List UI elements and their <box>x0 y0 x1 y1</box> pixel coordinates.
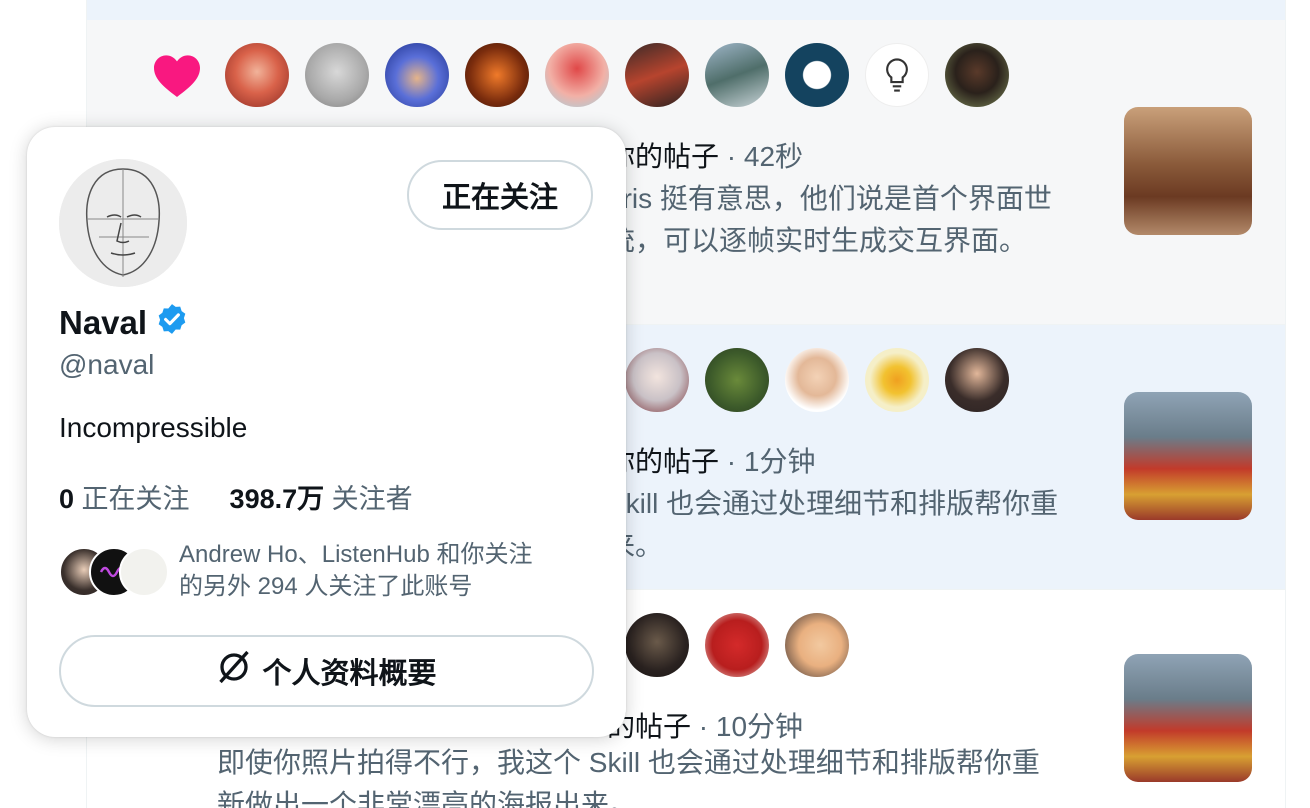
profile-summary-label: 个人资料概要 <box>262 658 437 690</box>
previous-notification-edge <box>87 0 1285 20</box>
user-avatar[interactable] <box>705 348 769 412</box>
grok-icon <box>216 649 252 693</box>
followers-stat[interactable]: 398.7万 关注者 <box>230 477 413 516</box>
user-avatar[interactable] <box>305 43 369 107</box>
liker-avatars <box>625 613 849 677</box>
profile-avatar[interactable] <box>59 159 187 287</box>
profile-handle[interactable]: @naval <box>59 349 154 381</box>
mutual-follower-avatars[interactable] <box>59 547 189 597</box>
post-media-thumbnail[interactable] <box>1124 654 1252 782</box>
post-media-thumbnail[interactable] <box>1124 107 1252 235</box>
user-avatar[interactable] <box>865 348 929 412</box>
user-avatar[interactable] <box>865 43 929 107</box>
mutual-avatar <box>119 547 169 597</box>
following-button[interactable]: 正在关注 <box>407 160 593 230</box>
post-media-thumbnail[interactable] <box>1124 392 1252 520</box>
follow-stats: 0 正在关注 398.7万 关注者 <box>59 477 413 516</box>
notification-title: 你的帖子 · 42秒 <box>607 141 804 172</box>
user-avatar[interactable] <box>225 43 289 107</box>
user-hover-card: 正在关注 Naval @naval Incompressible 0 正在关注 … <box>27 127 626 737</box>
user-avatar[interactable] <box>705 613 769 677</box>
liker-avatars <box>625 348 1009 412</box>
user-avatar[interactable] <box>625 613 689 677</box>
verified-badge-icon <box>155 302 189 344</box>
profile-bio: Incompressible <box>59 412 248 443</box>
profile-name[interactable]: Naval <box>59 302 189 344</box>
liker-avatars <box>145 43 1009 107</box>
user-avatar[interactable] <box>785 43 849 107</box>
display-name[interactable]: Naval <box>59 304 147 342</box>
notification-post-text: aris 挺有意思，他们说是首个界面世 统，可以逐帧实时生成交互界面。 <box>607 183 1052 256</box>
user-avatar[interactable] <box>945 348 1009 412</box>
user-avatar[interactable] <box>545 43 609 107</box>
mutual-followers-text[interactable]: Andrew Ho、ListenHub 和你关注 的另外 294 人关注了此账号 <box>179 539 599 603</box>
profile-summary-button[interactable]: 个人资料概要 <box>59 635 594 707</box>
user-avatar[interactable] <box>785 613 849 677</box>
user-avatar[interactable] <box>625 43 689 107</box>
notification-title: 你的帖子 · 1分钟 <box>607 446 816 477</box>
user-avatar[interactable] <box>465 43 529 107</box>
notification-title: 的帖子 · 10分钟 <box>607 711 804 742</box>
user-avatar[interactable] <box>945 43 1009 107</box>
user-avatar[interactable] <box>625 348 689 412</box>
user-avatar[interactable] <box>705 43 769 107</box>
following-stat[interactable]: 0 正在关注 <box>59 477 190 516</box>
user-avatar[interactable] <box>385 43 449 107</box>
user-avatar[interactable] <box>785 348 849 412</box>
notification-post-text: Skill 也会通过处理细节和排版帮你重 来。 <box>607 488 1059 561</box>
notification-post-text: 即使你照片拍得不行，我这个 Skill 也会通过处理细节和排版帮你重 新做出一个… <box>217 747 1040 808</box>
heart-icon <box>145 43 209 107</box>
